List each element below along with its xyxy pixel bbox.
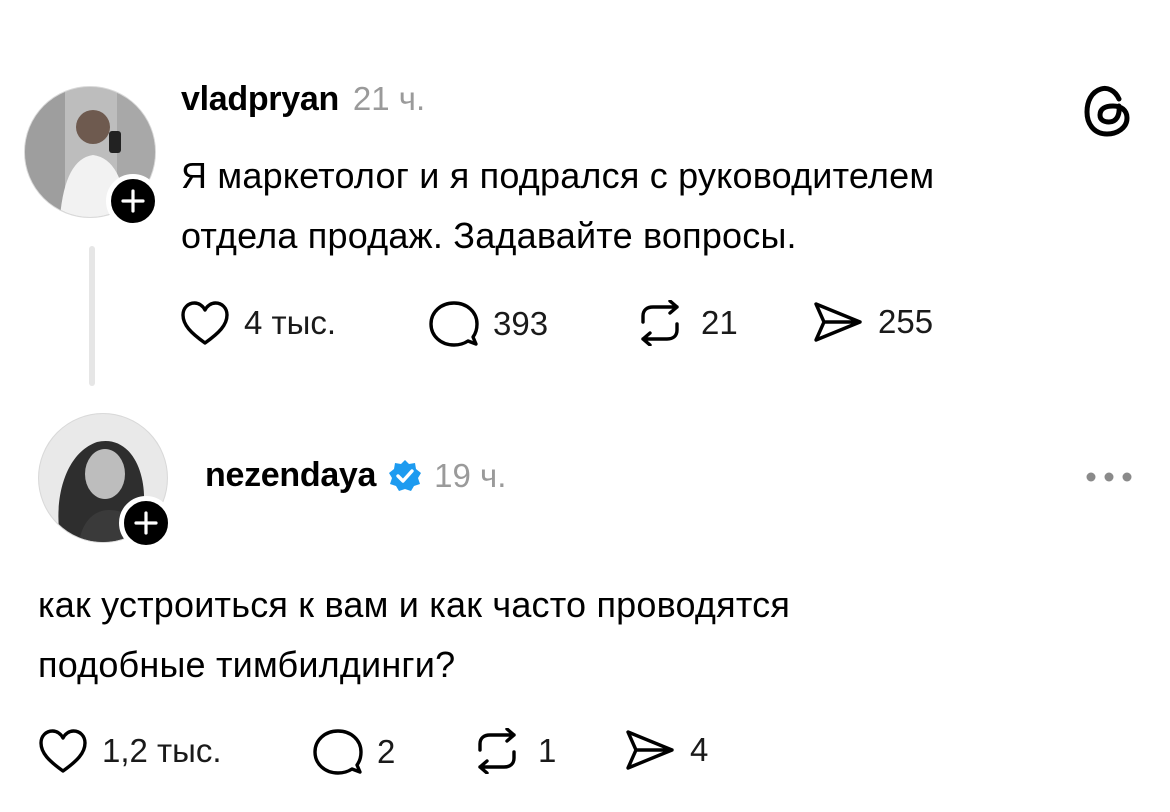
verified-icon [389, 459, 422, 491]
reply-text-line2: подобные тимбилдинги? [38, 644, 456, 685]
reply-text: как устроиться к вам и как часто проводя… [38, 575, 790, 695]
heart-icon [181, 301, 229, 345]
thread-connector-line [89, 246, 95, 386]
reply-text-line1: как устроиться к вам и как часто проводя… [38, 584, 791, 625]
like-count: 4 тыс. [244, 304, 337, 341]
share-action[interactable]: 255 [812, 300, 933, 344]
share-icon [626, 730, 674, 770]
post-text-line2: отдела продаж. Задавайте вопросы. [181, 215, 797, 256]
heart-icon [39, 729, 87, 773]
repost-action[interactable]: 21 [633, 300, 738, 346]
share-icon [814, 302, 862, 342]
repost-action[interactable]: 1 [470, 728, 556, 774]
comment-action[interactable]: 2 [313, 728, 395, 776]
comment-action[interactable]: 393 [429, 300, 548, 348]
comment-icon [313, 729, 363, 775]
repost-count: 1 [538, 732, 557, 769]
post-text: Я маркетолог и я подрался с руководителе… [181, 146, 934, 266]
plus-icon [134, 511, 158, 535]
more-options-icon[interactable] [1084, 470, 1134, 489]
post-text-line1: Я маркетолог и я подрался с руководителе… [181, 155, 935, 196]
post-username[interactable]: vladpryan [181, 80, 339, 119]
plus-icon [121, 189, 145, 213]
comment-icon [429, 301, 479, 347]
follow-button[interactable] [119, 496, 173, 550]
post-timestamp: 21 ч. [352, 80, 426, 117]
repost-count: 21 [701, 304, 738, 341]
repost-icon [641, 300, 679, 346]
reply-username[interactable]: nezendaya [205, 456, 376, 495]
share-count: 4 [690, 731, 709, 768]
like-action[interactable]: 1,2 тыс. [38, 728, 222, 774]
threads-logo-icon[interactable] [1083, 84, 1133, 143]
repost-icon [478, 728, 516, 774]
reply-timestamp: 19 ч. [434, 456, 507, 494]
follow-button[interactable] [106, 174, 160, 228]
share-action[interactable]: 4 [624, 728, 708, 772]
like-count: 1,2 тыс. [102, 732, 222, 769]
share-count: 255 [878, 303, 934, 340]
like-action[interactable]: 4 тыс. [180, 300, 336, 346]
comment-count: 393 [493, 305, 549, 342]
comment-count: 2 [377, 733, 396, 770]
